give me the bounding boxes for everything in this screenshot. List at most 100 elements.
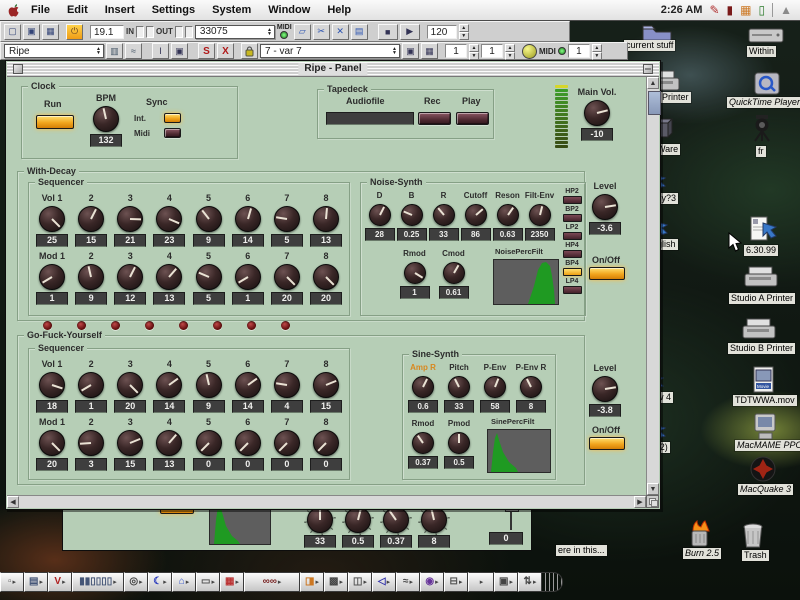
window-button[interactable]: ▣ [171, 43, 188, 59]
pen-icon[interactable]: ✎ [709, 4, 719, 16]
apps-icon[interactable]: ▦ [740, 4, 751, 16]
control-strip-volume-module[interactable]: ◁▸ [372, 572, 396, 592]
levels-button[interactable]: ▥ [106, 43, 123, 59]
curve-button[interactable]: ≈ [125, 43, 142, 59]
knob[interactable] [529, 204, 551, 226]
knob[interactable] [412, 432, 434, 454]
midi-channel-stepper[interactable]: ▲▼ [592, 44, 602, 59]
control-strip-energy-saver-module[interactable]: ☾▸ [148, 572, 172, 592]
knob[interactable] [448, 432, 470, 454]
play-button[interactable] [456, 112, 489, 125]
knob[interactable] [584, 100, 610, 126]
knob[interactable] [78, 264, 104, 290]
ball-button[interactable] [522, 44, 537, 59]
knob[interactable] [313, 206, 339, 232]
control-strip-file-sharing-module[interactable]: ⌂▸ [172, 572, 196, 592]
control-strip-resolution-module[interactable]: ▩▸ [324, 572, 348, 592]
mute-button[interactable]: X [217, 43, 234, 59]
knob[interactable] [117, 372, 143, 398]
desktop-icon-studio-a-printer[interactable] [744, 266, 778, 295]
scroll-down-icon[interactable]: ▼ [647, 483, 659, 495]
desktop-icon-label-6-30-99[interactable]: 6.30.99 [744, 245, 778, 256]
desktop-icon-trash[interactable] [740, 520, 766, 553]
knob[interactable] [39, 264, 65, 290]
knob[interactable] [196, 264, 222, 290]
desktop-icon-fr[interactable] [748, 114, 776, 147]
knob[interactable] [78, 206, 104, 232]
variation-select[interactable]: 7 - var 7 ▲▼ [260, 44, 400, 58]
knob[interactable] [156, 206, 182, 232]
open-button[interactable]: ▣ [23, 24, 40, 40]
knob[interactable] [313, 372, 339, 398]
sync-int-button[interactable] [164, 113, 181, 123]
knob[interactable] [448, 376, 470, 398]
tempo-stepper[interactable]: ▲▼ [459, 24, 469, 39]
knob[interactable] [196, 430, 222, 456]
control-strip-blank-module[interactable]: ▸ [468, 572, 494, 592]
solo-button[interactable]: S [198, 43, 215, 59]
control-strip-camera-module[interactable]: ▣▸ [494, 572, 518, 592]
desktop-icon-label[interactable]: ere in this... [556, 545, 607, 556]
knob[interactable] [383, 507, 409, 533]
scroll-up-icon[interactable]: ▲ [647, 77, 659, 89]
control-strip-stamp-module[interactable]: ▦▸ [220, 572, 244, 592]
knob[interactable] [235, 372, 261, 398]
control-strip-collapse-tab[interactable]: ▫▸ [0, 572, 24, 592]
knob[interactable] [156, 372, 182, 398]
knob[interactable] [313, 264, 339, 290]
buffer-select[interactable]: 33075 ▲▼ [195, 25, 275, 39]
run-button[interactable] [36, 115, 74, 129]
desktop-icon-label-studio-b-printer[interactable]: Studio B Printer [728, 343, 795, 354]
vertical-scroll-thumb[interactable] [648, 91, 661, 115]
snapshot-add-button[interactable]: ▦ [421, 43, 438, 59]
menu-help[interactable]: Help [327, 4, 351, 16]
delete-button[interactable]: ✕ [332, 24, 349, 40]
knob[interactable] [484, 376, 506, 398]
knob[interactable] [274, 264, 300, 290]
knob[interactable] [93, 106, 119, 132]
apple-logo-icon[interactable] [8, 3, 21, 18]
knob[interactable] [274, 430, 300, 456]
control-strip-scooter-module[interactable]: ∞∞▸ [244, 572, 300, 592]
desktop-icon-label-quicktime-player[interactable]: QuickTime Player [727, 97, 800, 108]
menu-edit[interactable]: Edit [67, 4, 88, 16]
desktop-icon-label-tdtwwa-mov[interactable]: TDTWWA.mov [733, 395, 797, 406]
knob[interactable] [520, 376, 542, 398]
desktop-icon-tdtwwa-mov[interactable]: Movie [752, 366, 776, 398]
knob[interactable] [443, 262, 465, 284]
filter-button[interactable] [563, 214, 582, 222]
window-titlebar[interactable]: Ripe - Panel [7, 62, 659, 77]
menu-settings[interactable]: Settings [152, 4, 195, 16]
filter-button[interactable] [563, 196, 582, 204]
collapse-box-icon[interactable] [643, 64, 653, 74]
num1-stepper[interactable]: ▲▼ [469, 44, 479, 59]
knob[interactable] [497, 204, 519, 226]
new-doc-button[interactable]: ▢ [4, 24, 21, 40]
lock-button[interactable] [241, 43, 258, 59]
desktop-icon-macquake-3[interactable] [750, 456, 776, 487]
horizontal-scrollbar[interactable]: ◀ ▶ [7, 495, 646, 508]
scroll-left-icon[interactable]: ◀ [7, 496, 19, 508]
menu-window[interactable]: Window [268, 4, 310, 16]
sync-midi-button[interactable] [164, 128, 181, 138]
save-button[interactable]: ▦ [42, 24, 59, 40]
knob[interactable] [412, 376, 434, 398]
knob[interactable] [196, 372, 222, 398]
knob[interactable] [465, 204, 487, 226]
insert-button[interactable]: I [152, 43, 169, 59]
desktop-icon-label-within[interactable]: Within [747, 46, 776, 57]
grow-box[interactable] [646, 495, 659, 508]
knob[interactable] [117, 264, 143, 290]
knob[interactable] [235, 430, 261, 456]
snapshot-button[interactable]: ▣ [402, 43, 419, 59]
num2-stepper[interactable]: ▲▼ [505, 44, 515, 59]
desktop-icon-6-30-99[interactable] [748, 216, 780, 247]
knob[interactable] [156, 264, 182, 290]
knob[interactable] [433, 204, 455, 226]
control-strip-media-module[interactable]: ◨▸ [300, 572, 324, 592]
knob[interactable] [117, 430, 143, 456]
menu-insert[interactable]: Insert [105, 4, 135, 16]
desktop-icon-label-macmame-ppc[interactable]: MacMAME PPC [735, 440, 800, 451]
knob[interactable] [345, 507, 371, 533]
desktop-icon-label-studio-a-printer[interactable]: Studio A Printer [729, 293, 795, 304]
